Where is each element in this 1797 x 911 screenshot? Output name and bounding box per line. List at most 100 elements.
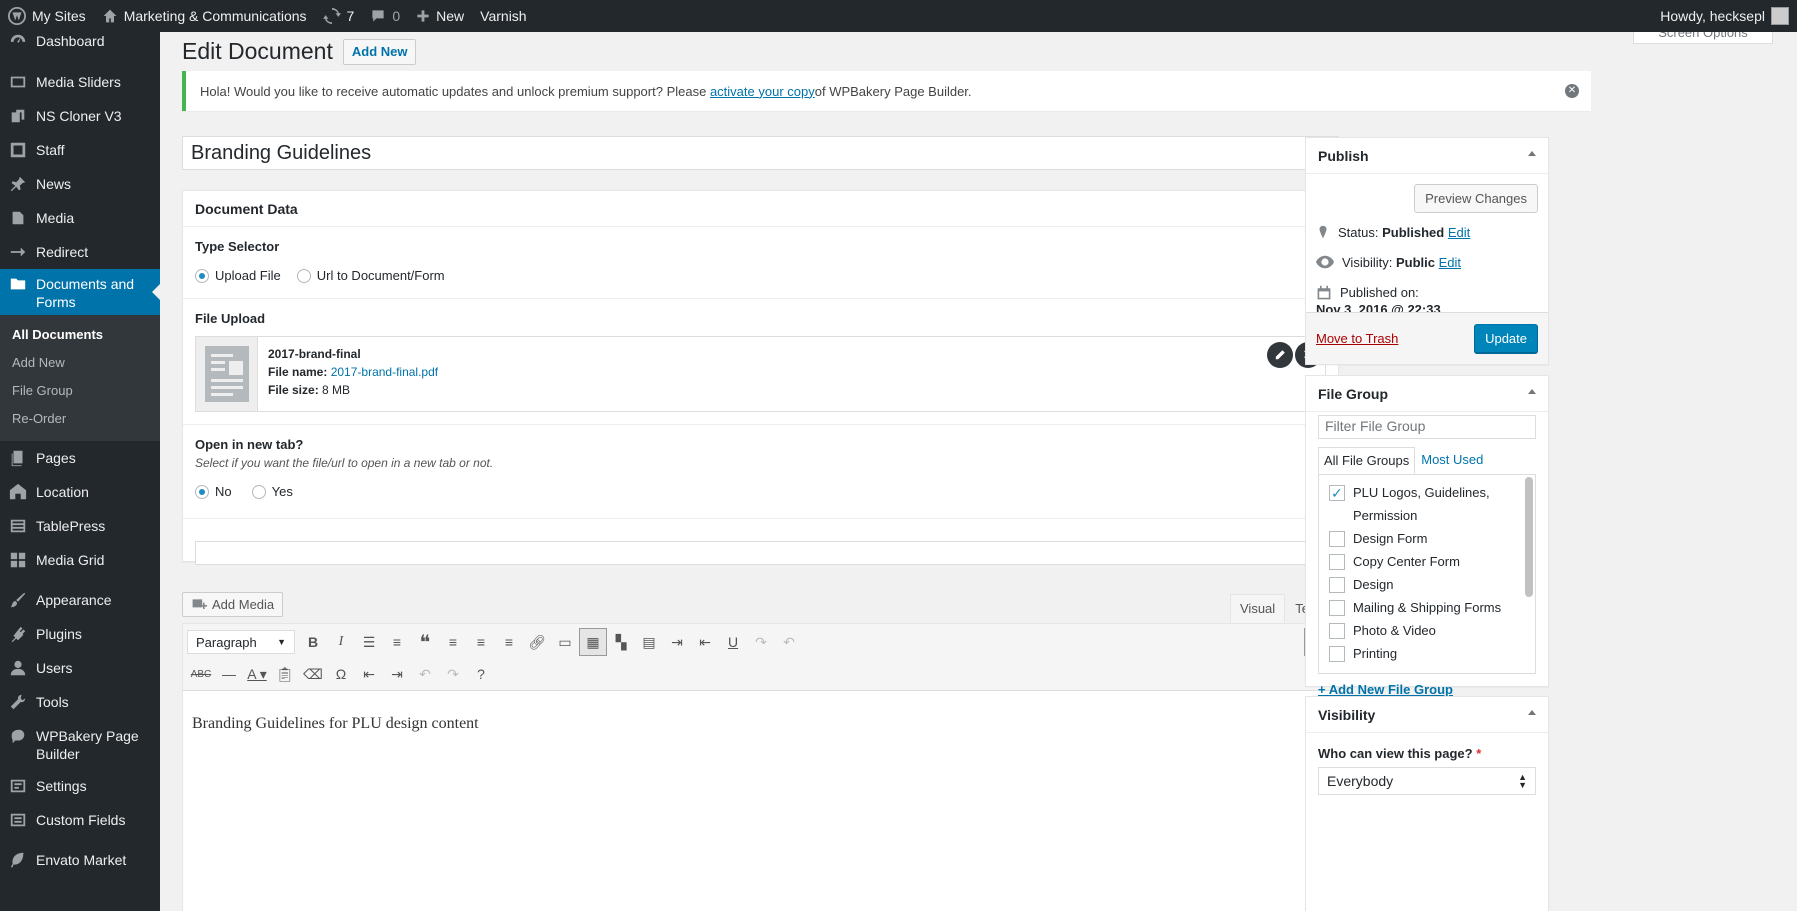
sidebar-item-plugins[interactable]: Plugins (0, 617, 160, 651)
new-tab-yes-radio[interactable] (251, 484, 266, 499)
sidebar-item-appearance[interactable]: Appearance (0, 583, 160, 617)
scrollbar[interactable] (1525, 477, 1533, 597)
blockquote-icon[interactable]: ❝ (411, 628, 439, 656)
underline-icon[interactable]: U (719, 628, 747, 656)
add-new-button[interactable]: Add New (342, 38, 417, 65)
sidebar-item-tablepress[interactable]: TablePress (0, 509, 160, 543)
sidebar-item-ns-cloner[interactable]: NS Cloner V3 (0, 99, 160, 133)
redo-2-icon[interactable]: ↷ (439, 660, 467, 688)
new-tab-no-radio[interactable] (195, 484, 209, 499)
align-left-icon[interactable]: ≡ (439, 628, 467, 656)
tab-most-used[interactable]: Most Used (1415, 447, 1489, 474)
collapse-arrow-icon[interactable] (1528, 151, 1536, 156)
varnish-link[interactable]: Varnish (472, 0, 534, 32)
tab-visual[interactable]: Visual (1230, 594, 1286, 623)
numbered-list-icon[interactable]: ≡ (383, 628, 411, 656)
sidebar-item-staff[interactable]: Staff (0, 133, 160, 167)
my-sites-link[interactable]: My Sites (0, 0, 94, 32)
link-icon[interactable]: 🔗︎ (523, 628, 551, 656)
file-group-item[interactable]: Design Form (1329, 527, 1525, 550)
sidebar-item-redirect[interactable]: Redirect (0, 235, 160, 269)
checkbox[interactable] (1329, 482, 1345, 505)
submenu-file-group[interactable]: File Group (0, 377, 160, 405)
collapse-arrow-icon[interactable] (1528, 389, 1536, 394)
sidebar-item-tools[interactable]: Tools (0, 685, 160, 719)
file-group-header[interactable]: File Group (1306, 376, 1548, 412)
checkbox[interactable] (1329, 600, 1345, 616)
sidebar-item-wpbakery[interactable]: WPBakery Page Builder (0, 719, 160, 769)
strikethrough-icon[interactable]: ABC (187, 660, 215, 688)
checkbox[interactable] (1329, 554, 1345, 570)
sidebar-item-users[interactable]: Users (0, 651, 160, 685)
activate-copy-link[interactable]: activate your copy (710, 84, 815, 99)
url-radio[interactable] (296, 268, 311, 283)
checkbox[interactable] (1329, 646, 1345, 662)
preview-changes-button[interactable]: Preview Changes (1414, 184, 1538, 213)
tab-all-file-groups[interactable]: All File Groups (1318, 447, 1416, 474)
indent-icon[interactable]: ⇥ (663, 628, 691, 656)
outdent-2-icon[interactable]: ⇤ (355, 660, 383, 688)
sidebar-item-custom-fields[interactable]: Custom Fields (0, 803, 160, 843)
file-name-link[interactable]: 2017-brand-final.pdf (331, 365, 438, 379)
publish-header[interactable]: Publish (1306, 138, 1548, 174)
file-group-item[interactable]: Design (1329, 573, 1525, 596)
upload-file-radio[interactable] (195, 268, 209, 283)
bold-icon[interactable]: B (299, 628, 327, 656)
submenu-add-new[interactable]: Add New (0, 349, 160, 377)
special-char-icon[interactable]: Ω (327, 660, 355, 688)
updates-link[interactable]: 7 (315, 0, 363, 32)
redo-icon[interactable]: ↷ (747, 628, 775, 656)
comments-link[interactable]: 0 (362, 0, 408, 32)
bullet-list-icon[interactable]: ☰ (355, 628, 383, 656)
checkbox[interactable] (1329, 531, 1345, 547)
read-more-icon[interactable]: ▭ (551, 628, 579, 656)
clear-formatting-icon[interactable]: ⌫ (299, 660, 327, 688)
help-icon[interactable]: ? (467, 660, 495, 688)
sidebar-item-envato-market[interactable]: Envato Market (0, 843, 160, 877)
sidebar-item-media-sliders[interactable]: Media Sliders (0, 65, 160, 99)
file-group-item[interactable]: Copy Center Form (1329, 550, 1525, 573)
account-menu[interactable]: Howdy, hecksepl (1660, 0, 1797, 32)
editor-content[interactable]: Branding Guidelines for PLU design conte… (183, 691, 1338, 757)
checkbox[interactable] (1329, 577, 1345, 593)
add-media-button[interactable]: Add Media (182, 592, 284, 617)
dismiss-icon[interactable]: ✕ (1565, 84, 1579, 98)
post-title-input[interactable]: Branding Guidelines (182, 136, 1339, 170)
sidebar-item-news[interactable]: News (0, 167, 160, 201)
file-group-item[interactable]: Mailing & Shipping Forms (1329, 596, 1525, 619)
align-center-icon[interactable]: ≡ (467, 628, 495, 656)
file-group-item[interactable]: PLU Logos, Guidelines, Permission (1329, 481, 1525, 527)
sidebar-item-dashboard[interactable]: Dashboard (0, 32, 160, 54)
add-new-file-group-link[interactable]: + Add New File Group (1318, 682, 1453, 697)
submenu-all-documents[interactable]: All Documents (0, 321, 160, 349)
horizontal-line-icon[interactable]: — (215, 660, 243, 688)
vc-grid-icon[interactable]: ▚ (607, 628, 635, 656)
undo-2-icon[interactable]: ↶ (411, 660, 439, 688)
filter-file-group-input[interactable]: Filter File Group (1318, 415, 1536, 439)
site-name-link[interactable]: Marketing & Communications (94, 0, 315, 32)
sidebar-item-media[interactable]: Media (0, 201, 160, 235)
collapse-arrow-icon[interactable] (1528, 710, 1536, 715)
visibility-select[interactable]: Everybody ▲ ▼ (1318, 767, 1536, 795)
indent-2-icon[interactable]: ⇥ (383, 660, 411, 688)
format-select[interactable]: Paragraph ▼ (187, 630, 295, 654)
sidebar-item-pages[interactable]: Pages (0, 441, 160, 475)
move-to-trash-link[interactable]: Move to Trash (1316, 331, 1398, 346)
text-color-icon[interactable]: A ▾ (243, 660, 271, 688)
checkbox[interactable] (1329, 623, 1345, 639)
paste-text-icon[interactable]: 📋︎ (271, 660, 299, 688)
toolbar-toggle-icon[interactable]: ▦ (579, 628, 607, 656)
undo-icon[interactable]: ↶ (775, 628, 803, 656)
edit-status-link[interactable]: Edit (1448, 225, 1470, 240)
file-group-item[interactable]: Photo & Video (1329, 619, 1525, 642)
new-content-link[interactable]: New (408, 0, 472, 32)
empty-field[interactable] (195, 541, 1326, 565)
outdent-icon[interactable]: ⇤ (691, 628, 719, 656)
submenu-re-order[interactable]: Re-Order (0, 405, 160, 433)
align-right-icon[interactable]: ≡ (495, 628, 523, 656)
update-button[interactable]: Update (1474, 324, 1538, 353)
file-group-item[interactable]: Printing (1329, 642, 1525, 665)
sidebar-item-settings[interactable]: Settings (0, 769, 160, 803)
sidebar-item-location[interactable]: Location (0, 475, 160, 509)
edit-file-button[interactable] (1267, 342, 1293, 368)
